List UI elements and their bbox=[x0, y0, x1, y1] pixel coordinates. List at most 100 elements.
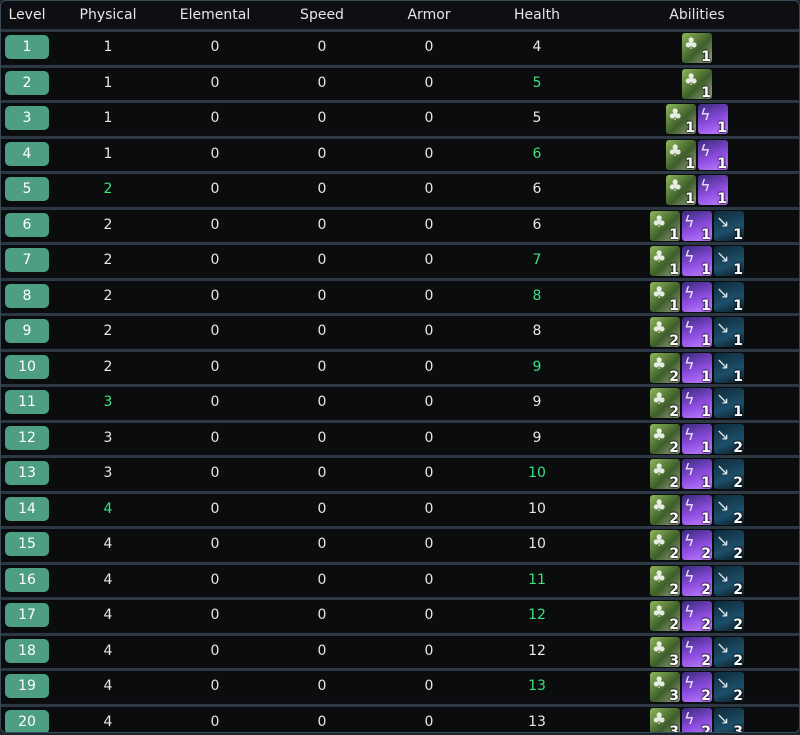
ogre-warrior-icon[interactable]: ♣ 2 bbox=[650, 352, 680, 383]
ability-glyph: ϟ bbox=[684, 282, 695, 302]
ability-count: 3 bbox=[733, 723, 743, 733]
ogre-warrior-icon[interactable]: ♣ 1 bbox=[650, 246, 680, 276]
ability-glyph: ϟ bbox=[684, 460, 695, 479]
lightning-bolt-icon[interactable]: ϟ1 bbox=[682, 459, 712, 489]
lightning-bolt-icon[interactable]: ϟ1 bbox=[698, 175, 728, 205]
ability-count: 2 bbox=[733, 617, 743, 631]
ogre-warrior-icon[interactable]: ♣ 2 bbox=[650, 317, 680, 347]
ogre-warrior-icon[interactable]: ♣ 1 bbox=[666, 104, 696, 134]
ability-glyph: ♣ bbox=[684, 34, 699, 53]
lightning-bolt-icon[interactable]: ϟ2 bbox=[682, 707, 712, 732]
lightning-bolt-icon[interactable]: ϟ1 bbox=[682, 210, 712, 241]
table-row: 8 2 0 0 0 8 ♣ 1 ϟ 1 ↘ 1 bbox=[1, 277, 799, 313]
ability-glyph: ↘ bbox=[716, 673, 730, 692]
ability-count: 2 bbox=[733, 510, 743, 525]
falling-arrow-icon[interactable]: ↘ 2 bbox=[714, 601, 744, 631]
ogre-warrior-icon[interactable]: ♣ 3 bbox=[650, 707, 680, 733]
lightning-bolt-icon[interactable]: ϟ2 bbox=[682, 530, 712, 560]
falling-arrow-icon[interactable]: ↘ 1 bbox=[714, 246, 744, 276]
abilities-cell: ♣ 2 ϟ 2 ↘ 2 bbox=[1, 601, 799, 631]
lightning-bolt-icon[interactable]: ϟ1 bbox=[682, 388, 712, 418]
ability-glyph: ♣ bbox=[652, 353, 667, 373]
ogre-warrior-icon[interactable]: ♣ 2 bbox=[650, 423, 680, 454]
lightning-bolt-icon[interactable]: ϟ1 bbox=[682, 423, 712, 454]
ability-glyph: ↘ bbox=[716, 460, 730, 479]
ogre-warrior-icon[interactable]: ♣ 2 bbox=[650, 388, 680, 418]
ogre-warrior-icon[interactable]: ♣ 1 bbox=[682, 33, 712, 63]
ogre-warrior-icon[interactable]: ♣ 1 bbox=[682, 68, 712, 99]
abilities-cell: ♣ 1 ϟ 1 ↘ 1 bbox=[1, 246, 799, 276]
lightning-bolt-icon[interactable]: ϟ2 bbox=[682, 636, 712, 667]
ability-glyph: ϟ bbox=[684, 566, 695, 586]
header-physical: Physical bbox=[79, 7, 137, 23]
ogre-warrior-icon[interactable]: ♣ 2 bbox=[650, 459, 680, 489]
table-row: 18 4 0 0 0 12 ♣ 3 ϟ 2 ↘ 2 bbox=[1, 632, 799, 668]
lightning-bolt-icon[interactable]: ϟ1 bbox=[698, 139, 728, 170]
ability-count: 1 bbox=[701, 368, 711, 383]
ability-glyph: ♣ bbox=[652, 708, 667, 728]
ability-glyph: ϟ bbox=[684, 318, 695, 337]
falling-arrow-icon[interactable]: ↘ 2 bbox=[714, 530, 744, 560]
lightning-bolt-icon[interactable]: ϟ1 bbox=[682, 246, 712, 276]
falling-arrow-icon[interactable]: ↘ 2 bbox=[714, 672, 744, 702]
ability-count: 3 bbox=[669, 652, 679, 667]
falling-arrow-icon[interactable]: ↘ 2 bbox=[714, 636, 744, 667]
falling-arrow-icon[interactable]: ↘ 2 bbox=[714, 494, 744, 525]
falling-arrow-icon[interactable]: ↘ 1 bbox=[714, 210, 744, 241]
table-row: 13 3 0 0 0 10 ♣ 2 ϟ 1 ↘ 2 bbox=[1, 455, 799, 490]
ability-glyph: ↘ bbox=[716, 282, 730, 302]
ogre-warrior-icon[interactable]: ♣ 2 bbox=[650, 530, 680, 560]
ogre-warrior-icon[interactable]: ♣ 1 bbox=[666, 175, 696, 205]
falling-arrow-icon[interactable]: ↘ 3 bbox=[714, 707, 744, 733]
ogre-warrior-icon[interactable]: ♣ 3 bbox=[650, 672, 680, 702]
abilities-cell: ♣ 3 ϟ 2 ↘ 2 bbox=[1, 636, 799, 667]
lightning-bolt-icon[interactable]: ϟ2 bbox=[682, 601, 712, 631]
ability-count: 2 bbox=[701, 652, 711, 667]
ability-glyph: ↘ bbox=[716, 708, 730, 728]
ogre-warrior-icon[interactable]: ♣ 1 bbox=[650, 281, 680, 312]
ability-count: 2 bbox=[701, 617, 711, 631]
ability-count: 1 bbox=[701, 404, 711, 418]
lightning-bolt-icon[interactable]: ϟ1 bbox=[682, 494, 712, 525]
header-health: Health bbox=[514, 7, 560, 23]
lightning-bolt-icon[interactable]: ϟ1 bbox=[682, 281, 712, 312]
falling-arrow-icon[interactable]: ↘ 2 bbox=[714, 423, 744, 454]
falling-arrow-icon[interactable]: ↘ 1 bbox=[714, 352, 744, 383]
ability-count: 2 bbox=[669, 510, 679, 525]
table-row: 11 3 0 0 0 9 ♣ 2 ϟ 1 ↘ 1 bbox=[1, 384, 799, 419]
lightning-bolt-icon[interactable]: ϟ1 bbox=[682, 352, 712, 383]
ability-count: 3 bbox=[669, 723, 679, 733]
ability-count: 2 bbox=[669, 404, 679, 418]
table-header: Level Physical Elemental Speed Armor Hea… bbox=[1, 1, 799, 31]
ogre-warrior-icon[interactable]: ♣ 2 bbox=[650, 494, 680, 525]
ogre-warrior-icon[interactable]: ♣ 3 bbox=[650, 636, 680, 667]
falling-arrow-icon[interactable]: ↘ 2 bbox=[714, 459, 744, 489]
table-row: 14 4 0 0 0 10 ♣ 2 ϟ 1 ↘ 2 bbox=[1, 490, 799, 526]
lightning-bolt-icon[interactable]: ϟ2 bbox=[682, 565, 712, 596]
lightning-bolt-icon[interactable]: ϟ1 bbox=[698, 104, 728, 134]
ability-count: 2 bbox=[669, 581, 679, 596]
ability-count: 2 bbox=[669, 617, 679, 631]
ogre-warrior-icon[interactable]: ♣ 2 bbox=[650, 565, 680, 596]
lightning-bolt-icon[interactable]: ϟ2 bbox=[682, 672, 712, 702]
ability-count: 2 bbox=[669, 546, 679, 560]
falling-arrow-icon[interactable]: ↘ 1 bbox=[714, 388, 744, 418]
abilities-cell: ♣ 2 ϟ 1 ↘ 2 bbox=[1, 423, 799, 454]
level-stats-table: Level Physical Elemental Speed Armor Hea… bbox=[0, 0, 800, 733]
ability-glyph: ♣ bbox=[652, 389, 667, 408]
lightning-bolt-icon[interactable]: ϟ1 bbox=[682, 317, 712, 347]
table-row: 2 1 0 0 0 5 ♣ 1 bbox=[1, 64, 799, 100]
ogre-warrior-icon[interactable]: ♣ 1 bbox=[650, 210, 680, 241]
ogre-warrior-icon[interactable]: ♣ 1 bbox=[666, 139, 696, 170]
ability-count: 2 bbox=[733, 475, 743, 489]
ability-glyph: ♣ bbox=[668, 176, 683, 195]
ability-glyph: ϟ bbox=[684, 602, 695, 621]
falling-arrow-icon[interactable]: ↘ 1 bbox=[714, 317, 744, 347]
falling-arrow-icon[interactable]: ↘ 2 bbox=[714, 565, 744, 596]
ability-count: 1 bbox=[701, 333, 711, 347]
ogre-warrior-icon[interactable]: ♣ 2 bbox=[650, 601, 680, 631]
ability-glyph: ϟ bbox=[684, 211, 695, 231]
falling-arrow-icon[interactable]: ↘ 1 bbox=[714, 281, 744, 312]
ability-count: 1 bbox=[733, 297, 743, 312]
ability-count: 2 bbox=[701, 546, 711, 560]
